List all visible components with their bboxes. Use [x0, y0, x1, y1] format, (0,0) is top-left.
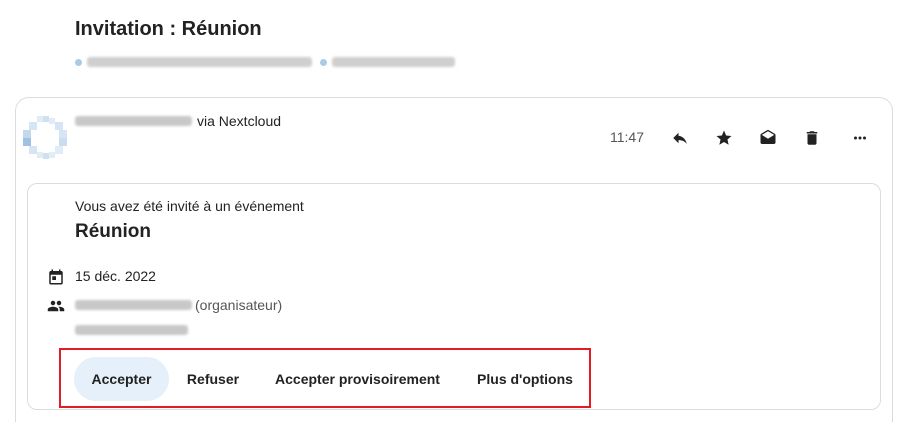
calendar-icon [49, 269, 63, 285]
attendees-icon [47, 300, 65, 312]
recipient-tag[interactable] [320, 54, 455, 70]
decline-button[interactable]: Refuser [174, 357, 252, 401]
recipient-avatar-icon [75, 58, 82, 66]
mark-unread-button[interactable] [756, 126, 780, 150]
organizer-row: (organisateur) [75, 297, 282, 313]
tentative-accept-button[interactable]: Accepter provisoirement [258, 357, 457, 401]
email-subject: Invitation : Réunion [75, 18, 262, 40]
envelope-open-icon [760, 129, 776, 144]
favorite-button[interactable] [712, 126, 736, 150]
reply-button[interactable] [668, 126, 692, 150]
recipient-name-redacted [87, 57, 312, 67]
more-actions-button[interactable] [848, 126, 872, 150]
recipient-tags [75, 54, 455, 70]
event-title: Réunion [75, 221, 151, 242]
sender-avatar[interactable] [23, 116, 67, 160]
recipient-avatar-icon [320, 58, 327, 66]
organizer-name-redacted [75, 300, 192, 310]
event-date: 15 déc. 2022 [75, 268, 156, 284]
trash-icon [806, 131, 818, 145]
more-horizontal-icon [854, 136, 866, 140]
delete-button[interactable] [800, 126, 824, 150]
recipient-name-redacted [332, 57, 455, 67]
invitation-intro: Vous avez été invité à un événement [75, 198, 304, 214]
star-icon [716, 130, 732, 145]
reply-icon [673, 132, 687, 144]
more-options-button[interactable]: Plus d'options [463, 357, 587, 401]
sender-via-label: via Nextcloud [197, 113, 282, 129]
recipient-tag[interactable] [75, 54, 312, 70]
accept-button[interactable]: Accepter [74, 357, 169, 401]
organizer-role: (organisateur) [195, 297, 283, 313]
message-time: 11:47 [610, 129, 644, 145]
attendee-name-redacted [75, 325, 188, 335]
sender-line[interactable]: via Nextcloud [75, 113, 281, 129]
sender-name-redacted [75, 116, 192, 126]
